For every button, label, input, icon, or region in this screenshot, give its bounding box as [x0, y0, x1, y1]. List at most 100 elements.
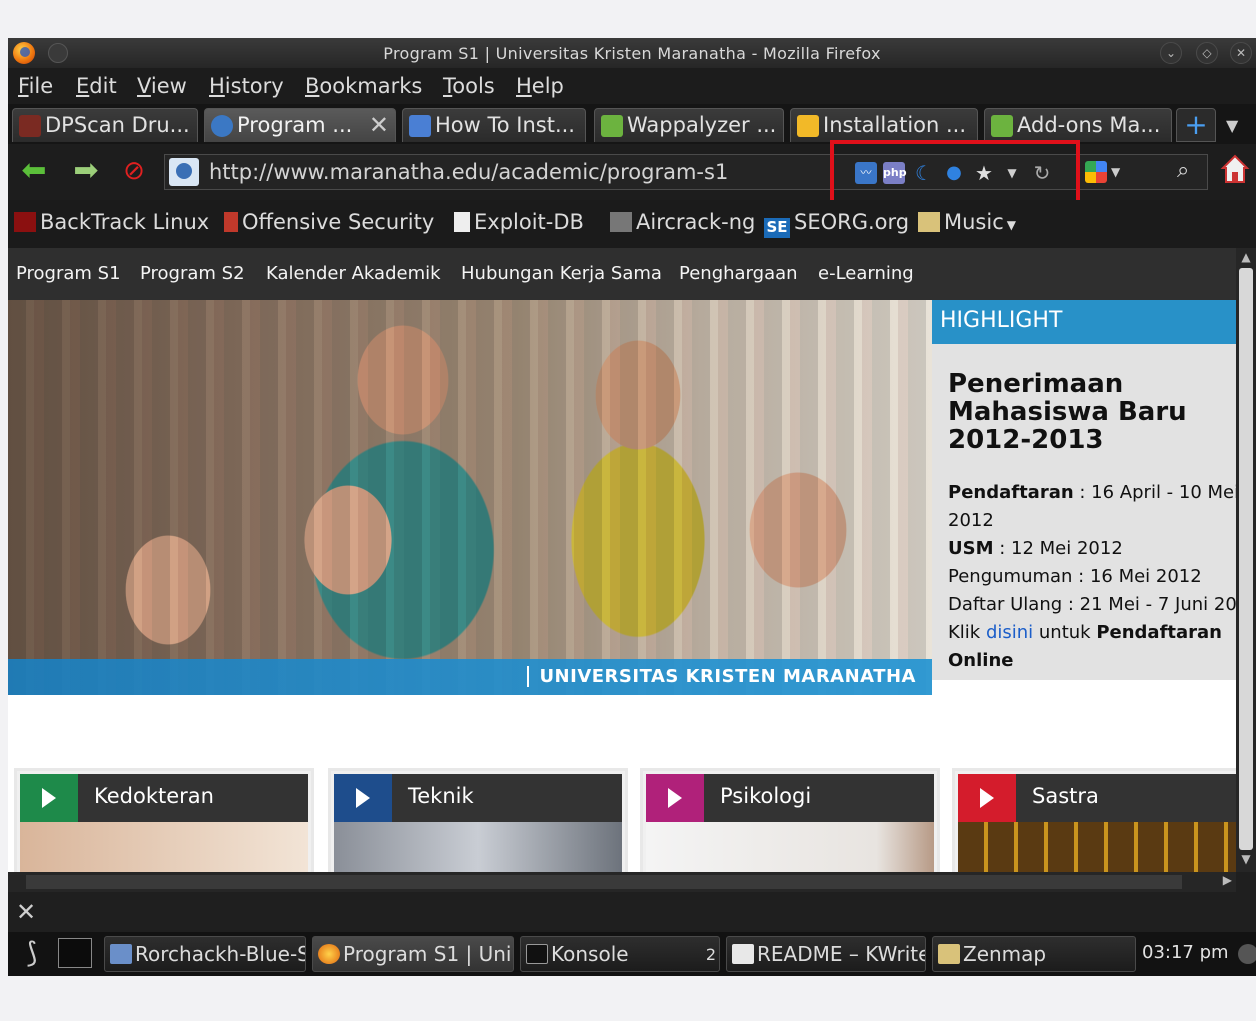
close-tab-icon[interactable]: ✕ — [369, 111, 389, 139]
play-icon — [20, 774, 78, 822]
task-label: Konsole — [551, 942, 629, 966]
kde-launcher-icon[interactable]: ⟆ — [12, 936, 52, 972]
scroll-down-icon[interactable]: ▼ — [1236, 852, 1256, 870]
bookmark-label: Offensive Security — [242, 210, 435, 234]
terminal-quicklaunch-icon[interactable] — [58, 938, 92, 968]
bookmark-seorg[interactable]: SE SEORG.org — [764, 210, 909, 238]
horizontal-scrollbar[interactable]: ▶ — [8, 872, 1236, 892]
pendaftaran-line: Pendaftaran : 16 April - 10 Mei — [948, 482, 1236, 503]
task-firefox[interactable]: Program S1 | Uni — [312, 936, 514, 972]
bookmark-label: Music — [944, 210, 1004, 234]
faculty-image — [958, 822, 1236, 872]
scrollbar-thumb[interactable] — [1239, 268, 1253, 850]
group-count-badge: 2 — [705, 945, 716, 964]
puzzle-icon — [991, 115, 1013, 137]
tab-addons-manager[interactable]: Add-ons Ma... — [984, 108, 1172, 142]
faculty-card-psikologi[interactable]: Psikologi — [640, 768, 940, 872]
nav-program-s2[interactable]: Program S2 — [140, 263, 245, 284]
hero-banner-image: UNIVERSITAS KRISTEN MARANATHA — [8, 300, 932, 695]
site-navigation: Program S1 Program S2 Kalender Akademik … — [8, 248, 1236, 300]
bookmark-label: Aircrack-ng — [636, 210, 756, 234]
bookmark-offensive-security[interactable]: Offensive Security — [224, 210, 434, 234]
tab-label: Wappalyzer ... — [627, 113, 777, 137]
tab-wappalyzer[interactable]: Wappalyzer ... — [594, 108, 784, 142]
task-konsole[interactable]: Konsole 2 — [520, 936, 720, 972]
window-titlebar[interactable]: Program S1 | Universitas Kristen Maranat… — [8, 38, 1256, 68]
tab-dpscan[interactable]: DPScan Dru... — [12, 108, 198, 142]
nav-penghargaan[interactable]: Penghargaan — [679, 263, 798, 284]
bookmark-aircrack-ng[interactable]: Aircrack-ng — [610, 210, 755, 234]
tab-bar: DPScan Dru... Program ... ✕ How To Inst.… — [8, 104, 1256, 144]
untuk-text: untuk — [1033, 622, 1097, 643]
highlight-title: Penerimaan Mahasiswa Baru 2012-2013 — [948, 369, 1187, 455]
play-icon — [334, 774, 392, 822]
pendaftaran-label: Pendaftaran — [948, 482, 1074, 503]
task-kwrite[interactable]: README – KWrite — [726, 936, 926, 972]
faculty-image — [20, 822, 308, 872]
nav-hubungan-kerja-sama[interactable]: Hubungan Kerja Sama — [461, 263, 662, 284]
tab-installation[interactable]: Installation ... — [790, 108, 978, 142]
menu-file[interactable]: File — [18, 74, 53, 98]
faculty-card-teknik[interactable]: Teknik — [328, 768, 628, 872]
close-window-button[interactable]: ✕ — [1230, 42, 1252, 64]
scroll-up-icon[interactable]: ▲ — [1236, 250, 1256, 268]
tab-label: DPScan Dru... — [45, 113, 190, 137]
task-label: README – KWrite — [757, 942, 926, 966]
faculty-card-sastra[interactable]: Sastra — [952, 768, 1236, 872]
close-findbar-icon[interactable]: ✕ — [16, 898, 36, 926]
task-label: Rorchackh-Blue-S — [135, 942, 306, 966]
faculty-header: Kedokteran — [20, 774, 308, 822]
task-label: Zenmap — [963, 942, 1047, 966]
task-image-viewer[interactable]: Rorchackh-Blue-S — [104, 936, 306, 972]
bookmark-exploit-db[interactable]: Exploit-DB — [454, 210, 584, 234]
bookmark-label: SEORG.org — [794, 210, 910, 234]
vertical-scrollbar[interactable]: ▲ ▼ — [1236, 248, 1256, 872]
folder-icon — [918, 212, 940, 232]
task-label: Program S1 | Uni — [343, 942, 512, 966]
desktop-screen: Program S1 | Universitas Kristen Maranat… — [8, 38, 1256, 976]
menu-tools[interactable]: Tools — [443, 74, 495, 98]
site-identity-icon[interactable] — [169, 158, 199, 186]
minimize-button[interactable]: ⌄ — [1160, 42, 1182, 64]
nav-e-learning[interactable]: e-Learning — [818, 263, 914, 284]
menu-help[interactable]: Help — [516, 74, 564, 98]
scrollbar-thumb[interactable] — [26, 875, 1182, 889]
back-arrow-icon[interactable]: ⬅ — [16, 154, 52, 190]
system-clock[interactable]: 03:17 pm — [1142, 942, 1229, 963]
nav-kalender-akademik[interactable]: Kalender Akademik — [266, 263, 441, 284]
faculty-header: Teknik — [334, 774, 622, 822]
bookmark-backtrack[interactable]: BackTrack Linux — [14, 210, 209, 234]
bookmark-folder-music[interactable]: Music ▼ — [918, 210, 1016, 234]
search-bar[interactable]: ▼ ⌕ — [1078, 154, 1208, 190]
firefox-icon — [318, 944, 340, 964]
search-engine-dropdown-icon[interactable]: ▼ — [1111, 165, 1120, 179]
forward-arrow-icon[interactable]: ➡ — [68, 154, 104, 190]
web-page: Program S1 Program S2 Kalender Akademik … — [8, 248, 1236, 872]
system-taskbar: ⟆ Rorchackh-Blue-S Program S1 | Uni Kons… — [8, 932, 1256, 976]
google-search-icon[interactable] — [1085, 161, 1107, 183]
tab-how-to-install[interactable]: How To Inst... — [402, 108, 586, 142]
task-zenmap[interactable]: Zenmap — [932, 936, 1136, 972]
tab-program-s1[interactable]: Program ... ✕ — [204, 108, 396, 142]
klik-text: Klik — [948, 622, 986, 643]
home-icon[interactable] — [1220, 152, 1250, 186]
maximize-button[interactable]: ◇ — [1196, 42, 1218, 64]
menu-view[interactable]: View — [137, 74, 187, 98]
menu-bookmarks[interactable]: Bookmarks — [305, 74, 422, 98]
nav-program-s1[interactable]: Program S1 — [16, 263, 121, 284]
faculty-card-kedokteran[interactable]: Kedokteran — [14, 768, 314, 872]
tray-icon[interactable] — [1238, 944, 1256, 964]
tab-label: Installation ... — [823, 113, 967, 137]
noscript-icon[interactable]: ⊘ — [116, 154, 152, 190]
menu-history[interactable]: History — [209, 74, 284, 98]
new-tab-button[interactable]: + — [1176, 108, 1216, 142]
disini-link[interactable]: disini — [986, 622, 1033, 643]
menu-edit[interactable]: Edit — [76, 74, 117, 98]
scroll-right-icon[interactable]: ▶ — [1223, 873, 1232, 887]
url-text[interactable]: http://www.maranatha.edu/academic/progra… — [209, 160, 728, 184]
puzzle-icon — [601, 115, 623, 137]
play-icon — [646, 774, 704, 822]
tab-list-icon[interactable]: ▼ — [1226, 116, 1238, 135]
faculty-header: Sastra — [958, 774, 1236, 822]
search-magnifier-icon[interactable]: ⌕ — [1177, 158, 1189, 183]
